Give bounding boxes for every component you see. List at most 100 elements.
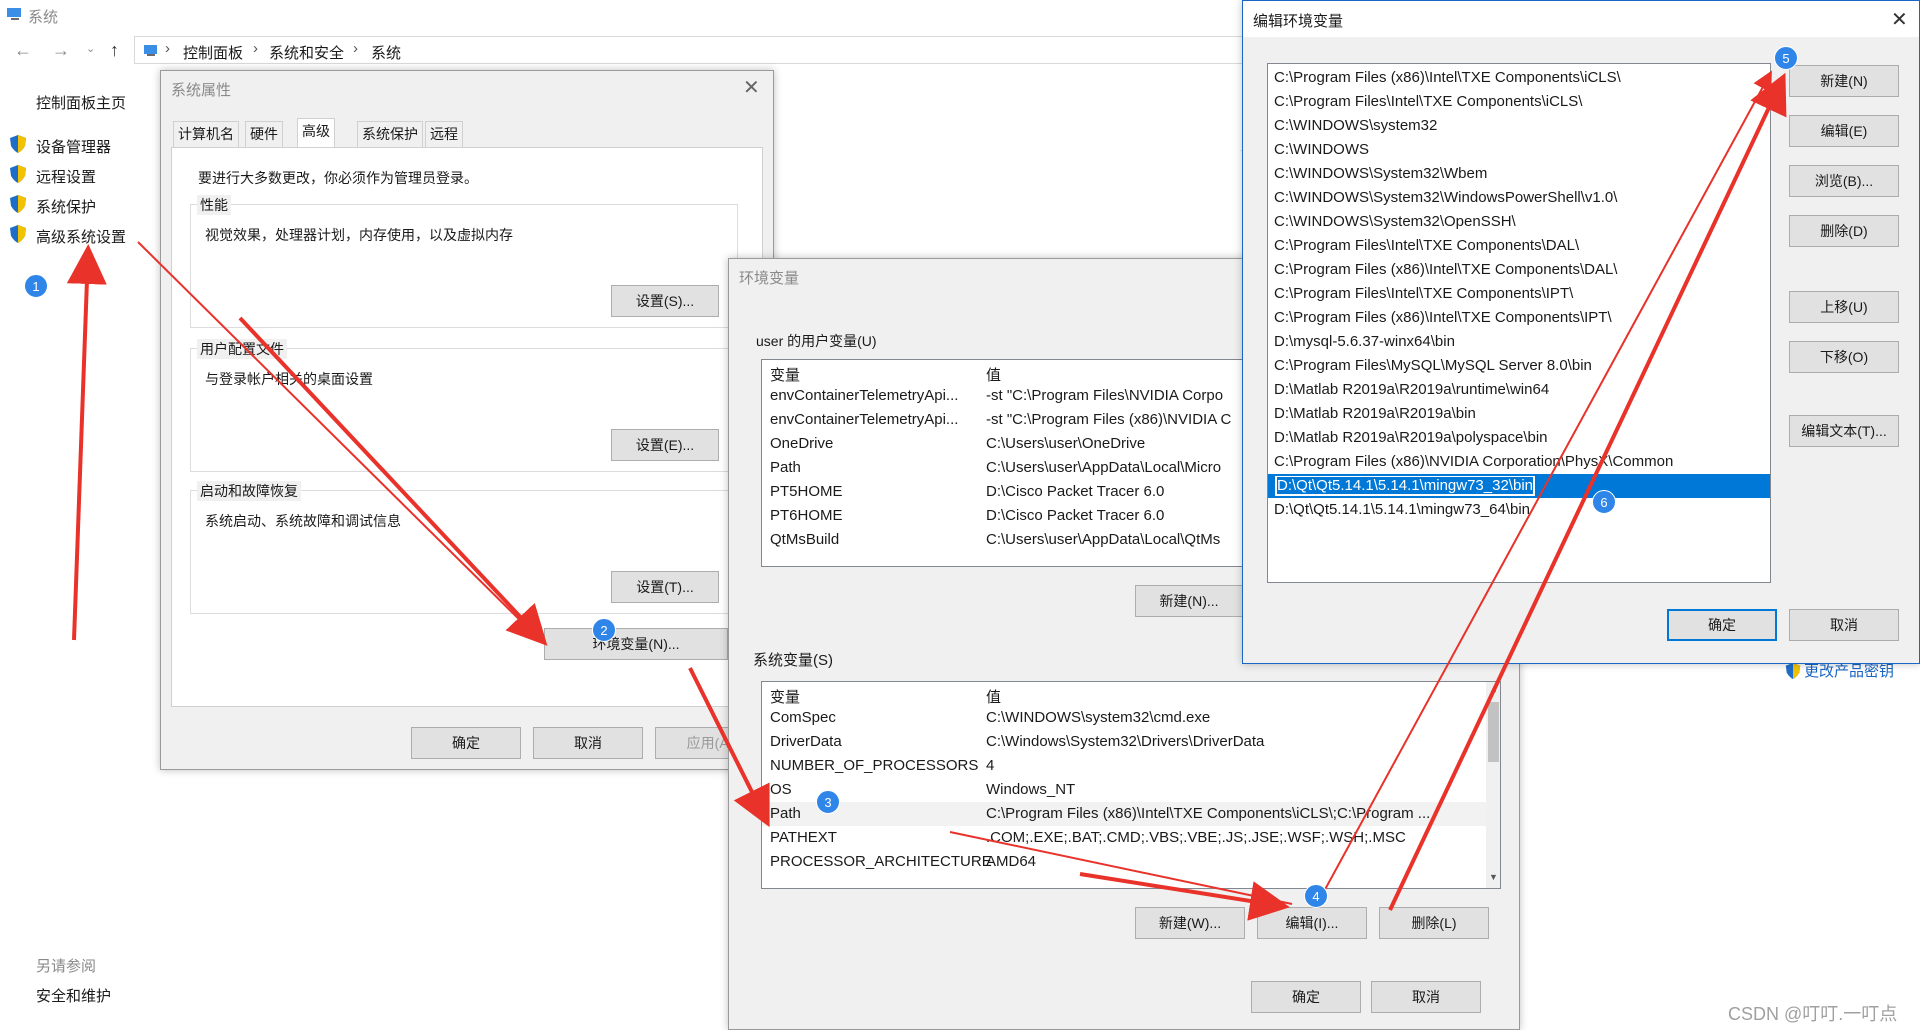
system-new-button[interactable]: 新建(W)...	[1135, 907, 1245, 939]
performance-settings-button[interactable]: 设置(S)...	[611, 285, 719, 317]
watermark: CSDN @叮叮.一叮点	[1728, 1004, 1898, 1024]
variable-value: C:\WINDOWS\system32\cmd.exe	[986, 709, 1211, 726]
edit-button[interactable]: 编辑(E)	[1789, 115, 1899, 147]
tab-remote[interactable]: 远程	[425, 121, 463, 147]
tab-panel: 要进行大多数更改，你必须作为管理员登录。 性能 视觉效果，处理器计划，内存使用，…	[171, 147, 763, 707]
tab-hardware[interactable]: 硬件	[245, 121, 283, 147]
table-row[interactable]: DriverData C:\Windows\System32\Drivers\Dr…	[762, 730, 1500, 754]
group-description: 与登录帐户相关的桌面设置	[205, 371, 373, 387]
list-item[interactable]: D:\Qt\Qt5.14.1\5.14.1\mingw73_64\bin	[1268, 498, 1770, 522]
tab-system-protection[interactable]: 系统保护	[357, 121, 423, 147]
move-down-button[interactable]: 下移(O)	[1789, 341, 1899, 373]
window-title: 系统	[28, 9, 59, 26]
scrollbar[interactable]: ▲ ▼	[1486, 682, 1500, 888]
table-row[interactable]: Path C:\Program Files (x86)\Intel\TXE Com…	[762, 802, 1500, 826]
column-header-value[interactable]: 值	[986, 686, 1001, 707]
system-protection-link[interactable]: 系统保护	[36, 196, 96, 217]
list-item[interactable]: D:\Matlab R2019a\R2019a\bin	[1268, 402, 1770, 426]
system-variables-list[interactable]: 变量 值 ComSpec C:\WINDOWS\system32\cmd.exe …	[761, 681, 1501, 889]
group-description: 系统启动、系统故障和调试信息	[205, 513, 401, 529]
list-item[interactable]: C:\WINDOWS\System32\OpenSSH\	[1268, 210, 1770, 234]
environment-variables-button[interactable]: 环境变量(N)...	[544, 628, 728, 660]
ok-button[interactable]: 确定	[1251, 981, 1361, 1013]
breadcrumb-system[interactable]: 系统	[371, 42, 401, 63]
up-arrow-icon[interactable]: ↑	[110, 40, 119, 61]
address-bar[interactable]: › 控制面板 › 系统和安全 › 系统	[134, 36, 1274, 64]
variable-name: OneDrive	[770, 435, 834, 452]
inline-edit-field[interactable]: D:\Qt\Qt5.14.1\5.14.1\mingw73_32\bin	[1274, 475, 1536, 497]
control-panel-icon	[144, 45, 157, 56]
control-panel-home-link[interactable]: 控制面板主页	[36, 92, 126, 113]
column-header-variable[interactable]: 变量	[770, 686, 800, 707]
ok-button[interactable]: 确定	[1667, 609, 1777, 641]
path-list[interactable]: C:\Program Files (x86)\Intel\TXE Compone…	[1267, 63, 1771, 583]
chevron-right-icon: ›	[165, 40, 170, 57]
table-row[interactable]: OS Windows_NT	[762, 778, 1500, 802]
list-item[interactable]: C:\WINDOWS\system32	[1268, 114, 1770, 138]
column-header-variable[interactable]: 变量	[770, 364, 800, 385]
list-item[interactable]: C:\WINDOWS\System32\WindowsPowerShell\v1…	[1268, 186, 1770, 210]
breadcrumb-control-panel[interactable]: 控制面板	[183, 42, 243, 63]
table-row[interactable]: PROCESSOR_ARCHITECTURE AMD64	[762, 850, 1500, 874]
step-badge: 4	[1304, 884, 1328, 908]
ok-button[interactable]: 确定	[411, 727, 521, 759]
list-item[interactable]: C:\Program Files (x86)\Intel\TXE Compone…	[1268, 306, 1770, 330]
advanced-system-settings-link[interactable]: 高级系统设置	[36, 226, 126, 247]
delete-button[interactable]: 删除(D)	[1789, 215, 1899, 247]
user-profiles-settings-button[interactable]: 设置(E)...	[611, 429, 719, 461]
list-item[interactable]: D:\Matlab R2019a\R2019a\polyspace\bin	[1268, 426, 1770, 450]
system-icon	[7, 8, 21, 20]
scroll-up-icon[interactable]: ▲	[1489, 684, 1498, 694]
system-edit-button[interactable]: 编辑(I)...	[1257, 907, 1367, 939]
breadcrumb-system-security[interactable]: 系统和安全	[269, 42, 344, 63]
column-header-value[interactable]: 值	[986, 364, 1001, 385]
list-item[interactable]: C:\Program Files\Intel\TXE Components\DA…	[1268, 234, 1770, 258]
close-icon[interactable]: ✕	[1891, 7, 1908, 32]
variable-name: PROCESSOR_ARCHITECTURE	[770, 853, 992, 870]
selected-list-item[interactable]: D:\Qt\Qt5.14.1\5.14.1\mingw73_32\bin	[1268, 474, 1770, 498]
new-button[interactable]: 新建(N)	[1789, 65, 1899, 97]
cancel-button[interactable]: 取消	[533, 727, 643, 759]
system-properties-dialog: 系统属性 ✕ 计算机名 硬件 高级 系统保护 远程 要进行大多数更改，你必须作为…	[160, 70, 774, 770]
variable-name: Path	[770, 459, 801, 476]
dialog-title: 编辑环境变量	[1253, 13, 1344, 30]
list-item[interactable]: C:\Program Files\Intel\TXE Components\iC…	[1268, 90, 1770, 114]
performance-group: 性能 视觉效果，处理器计划，内存使用，以及虚拟内存 设置(S)...	[190, 195, 738, 328]
shield-icon	[10, 225, 26, 243]
list-item[interactable]: C:\Program Files (x86)\NVIDIA Corporatio…	[1268, 450, 1770, 474]
table-row[interactable]: ComSpec C:\WINDOWS\system32\cmd.exe	[762, 706, 1500, 730]
cancel-button[interactable]: 取消	[1371, 981, 1481, 1013]
variable-name: PATHEXT	[770, 829, 837, 846]
list-item[interactable]: D:\mysql-5.6.37-winx64\bin	[1268, 330, 1770, 354]
table-row[interactable]: NUMBER_OF_PROCESSORS 4	[762, 754, 1500, 778]
list-item[interactable]: C:\Program Files\Intel\TXE Components\IP…	[1268, 282, 1770, 306]
shield-icon	[10, 195, 26, 213]
list-item[interactable]: C:\Program Files (x86)\Intel\TXE Compone…	[1268, 258, 1770, 282]
device-manager-link[interactable]: 设备管理器	[36, 136, 111, 157]
list-item[interactable]: C:\Program Files (x86)\Intel\TXE Compone…	[1268, 66, 1770, 90]
list-item[interactable]: C:\Program Files\MySQL\MySQL Server 8.0\…	[1268, 354, 1770, 378]
list-item[interactable]: D:\Matlab R2019a\R2019a\runtime\win64	[1268, 378, 1770, 402]
list-item[interactable]: C:\WINDOWS	[1268, 138, 1770, 162]
edit-environment-variable-dialog: 编辑环境变量 ✕ C:\Program Files (x86)\Intel\TX…	[1242, 0, 1920, 664]
startup-settings-button[interactable]: 设置(T)...	[611, 571, 719, 603]
scroll-down-icon[interactable]: ▼	[1489, 872, 1498, 882]
system-delete-button[interactable]: 删除(L)	[1379, 907, 1489, 939]
security-maintenance-link[interactable]: 安全和维护	[36, 985, 111, 1006]
move-up-button[interactable]: 上移(U)	[1789, 291, 1899, 323]
forward-arrow-icon[interactable]: →	[52, 40, 70, 61]
recent-dropdown-icon[interactable]: ⌄	[86, 42, 95, 55]
back-arrow-icon[interactable]: ←	[14, 40, 32, 61]
list-item[interactable]: C:\WINDOWS\System32\Wbem	[1268, 162, 1770, 186]
browse-button[interactable]: 浏览(B)...	[1789, 165, 1899, 197]
step-badge: 1	[24, 274, 48, 298]
cancel-button[interactable]: 取消	[1789, 609, 1899, 641]
scrollbar-thumb[interactable]	[1488, 702, 1499, 762]
edit-text-button[interactable]: 编辑文本(T)...	[1789, 415, 1899, 447]
table-row[interactable]: PATHEXT .COM;.EXE;.BAT;.CMD;.VBS;.VBE;.JS…	[762, 826, 1500, 850]
tab-advanced[interactable]: 高级	[297, 118, 335, 148]
close-icon[interactable]: ✕	[743, 75, 760, 100]
remote-settings-link[interactable]: 远程设置	[36, 166, 96, 187]
user-new-button[interactable]: 新建(N)...	[1135, 585, 1243, 617]
tab-computer-name[interactable]: 计算机名	[173, 121, 239, 147]
